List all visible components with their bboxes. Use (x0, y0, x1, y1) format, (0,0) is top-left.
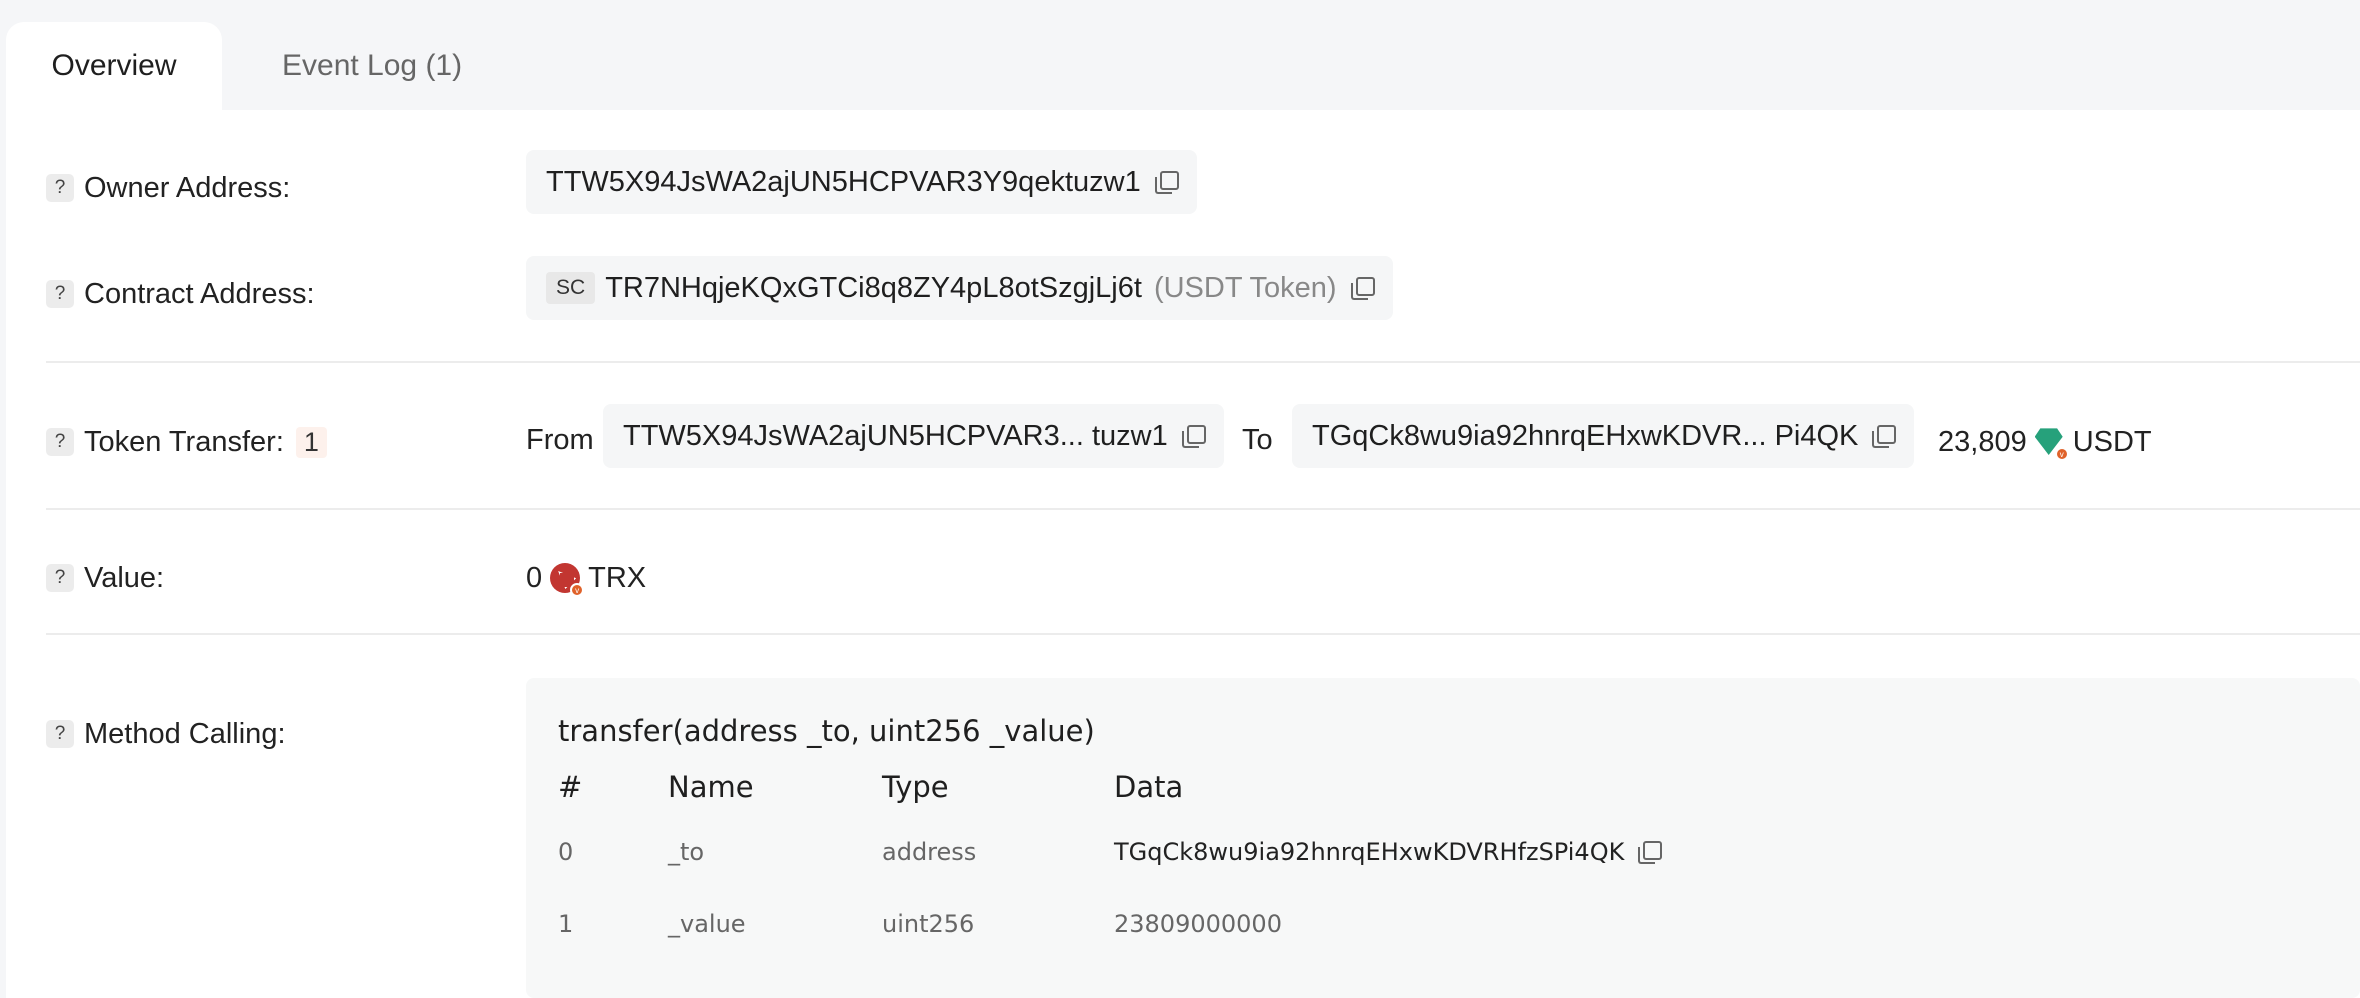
method-calling-box: transfer(address _to, uint256 _value) # … (526, 678, 2360, 998)
owner-address-label: Owner Address: (84, 171, 291, 204)
tab-overview[interactable]: Overview (6, 22, 222, 110)
param-data: TGqCk8wu9ia92hnrqEHxwKDVRHfzSPi4QK (1114, 838, 1663, 866)
value-amount: 0 v TRX (526, 556, 646, 600)
copy-icon[interactable] (1154, 171, 1179, 194)
divider (46, 361, 2360, 363)
owner-address-pill: TTW5X94JsWA2ajUN5HCPVAR3Y9qektuzw1 (526, 150, 1197, 214)
token-transfer-label: Token Transfer: (84, 425, 284, 458)
column-header-type: Type (882, 770, 949, 804)
column-header-data: Data (1114, 770, 1184, 804)
transfer-count-badge: 1 (295, 426, 327, 458)
param-name: _value (668, 910, 746, 938)
from-address-pill: TTW5X94JsWA2ajUN5HCPVAR3... tuzw1 (603, 404, 1224, 468)
transfer-amount: 23,809 v USDT (1938, 420, 2152, 464)
divider (46, 508, 2360, 510)
owner-address-link[interactable]: TTW5X94JsWA2ajUN5HCPVAR3Y9qektuzw1 (546, 166, 1141, 199)
method-signature: transfer(address _to, uint256 _value) (558, 714, 1095, 748)
transfer-amount-value: 23,809 (1938, 425, 2027, 458)
copy-icon[interactable] (1638, 841, 1663, 864)
help-icon[interactable]: ? (46, 174, 74, 202)
copy-icon[interactable] (1350, 277, 1375, 300)
to-address-link[interactable]: TGqCk8wu9ia92hnrqEHxwKDVR... Pi4QK (1312, 420, 1858, 453)
value-token-symbol: TRX (588, 561, 647, 594)
help-icon[interactable]: ? (46, 280, 74, 308)
tab-event-log[interactable]: Event Log (1) (282, 22, 462, 110)
overview-panel: ? Owner Address: TTW5X94JsWA2ajUN5HCPVAR… (6, 110, 2360, 998)
value-label: Value: (84, 561, 165, 594)
help-icon[interactable]: ? (46, 720, 74, 748)
value-amount-number: 0 (526, 561, 543, 594)
usdt-icon: v (2034, 427, 2069, 461)
param-type: uint256 (882, 910, 975, 938)
owner-address-row-label: ? Owner Address: (46, 166, 290, 210)
copy-icon[interactable] (1181, 425, 1206, 448)
trx-icon: v (550, 563, 585, 597)
param-type: address (882, 838, 977, 866)
smart-contract-badge: SC (546, 272, 596, 304)
contract-address-pill: SC TR7NHqjeKQxGTCi8q8ZY4pL8otSzgjLj6t (U… (526, 256, 1393, 320)
to-address-pill: TGqCk8wu9ia92hnrqEHxwKDVR... Pi4QK (1292, 404, 1915, 468)
contract-token-name[interactable]: (USDT Token) (1154, 272, 1337, 305)
divider (46, 633, 2360, 635)
copy-icon[interactable] (1872, 425, 1897, 448)
param-data: 23809000000 (1114, 910, 1282, 938)
method-calling-label: Method Calling: (84, 717, 286, 750)
contract-address-link[interactable]: TR7NHqjeKQxGTCi8q8ZY4pL8otSzgjLj6t (605, 272, 1142, 305)
method-calling-row-label: ? Method Calling: (46, 712, 286, 756)
token-transfer-row-label: ? Token Transfer: 1 (46, 420, 327, 464)
to-label: To (1242, 423, 1273, 456)
contract-address-row-label: ? Contract Address: (46, 272, 315, 316)
column-header-name: Name (668, 770, 754, 804)
tab-bar: Overview Event Log (1) (0, 0, 2360, 110)
from-label: From (526, 423, 594, 456)
help-icon[interactable]: ? (46, 564, 74, 592)
value-row-label: ? Value: (46, 556, 164, 600)
from-address-link[interactable]: TTW5X94JsWA2ajUN5HCPVAR3... tuzw1 (623, 420, 1168, 453)
contract-address-label: Contract Address: (84, 277, 315, 310)
column-header-index: # (558, 770, 583, 804)
param-data-value[interactable]: TGqCk8wu9ia92hnrqEHxwKDVRHfzSPi4QK (1114, 838, 1624, 866)
param-index: 0 (558, 838, 574, 866)
transfer-token-symbol[interactable]: USDT (2073, 426, 2152, 459)
param-name: _to (668, 838, 705, 866)
help-icon[interactable]: ? (46, 428, 74, 456)
param-index: 1 (558, 910, 574, 938)
